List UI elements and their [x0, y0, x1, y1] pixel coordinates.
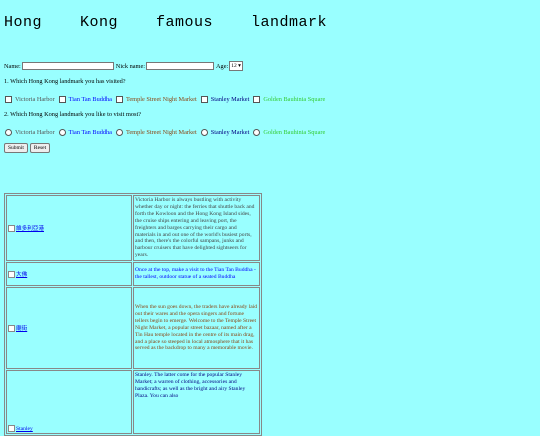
checkbox-golden-bauhinia[interactable] — [253, 95, 261, 103]
broken-image-icon — [8, 271, 15, 279]
submit-button[interactable]: Submit — [4, 143, 28, 153]
landmark-image-link[interactable]: 大佛 — [8, 271, 28, 279]
nick-name-label: Nick name: — [115, 62, 145, 70]
broken-image-icon — [8, 225, 15, 233]
table-row: 維多利亞港 Victoria Harbor is always bustling… — [6, 195, 260, 262]
image-cell: Stanley — [6, 370, 132, 435]
checkbox-victoria-harbor[interactable] — [5, 95, 12, 103]
radio-temple-street[interactable] — [115, 128, 123, 136]
question-2-options: Victoria Harbor Tian Tan Buddha Temple S… — [4, 126, 534, 138]
checkbox-label-victoria-harbor: Victoria Harbor — [15, 95, 55, 103]
age-select-value: 12 — [231, 63, 237, 69]
radio-label-tian-tan-buddha: Tian Tan Buddha — [68, 128, 112, 136]
image-alt-text: 維多利亞港 — [16, 225, 44, 232]
table-row: 廟街 When the sun goes down, the traders h… — [6, 287, 260, 370]
broken-image-icon — [8, 425, 15, 433]
question-1-options: Victoria Harbor Tian Tan Buddha Temple S… — [4, 93, 534, 105]
broken-image-icon — [8, 325, 15, 333]
description-cell: When the sun goes down, the traders have… — [133, 287, 260, 370]
checkbox-label-temple-street: Temple Street Night Market — [125, 95, 197, 103]
question-1: 1. Which Hong Kong landmark you has visi… — [4, 78, 126, 85]
checkbox-stanley-market[interactable] — [200, 95, 208, 103]
description-cell: Once at the top, make a visit to the Tia… — [133, 262, 260, 287]
radio-label-temple-street: Temple Street Night Market — [125, 128, 197, 136]
checkbox-label-golden-bauhinia: Golden Bauhinia Square — [263, 95, 326, 103]
radio-label-victoria-harbor: Victoria Harbor — [15, 128, 55, 136]
table-row: Stanley Stanley. The latter come for the… — [6, 370, 260, 435]
checkbox-label-stanley-market: Stanley Market — [210, 95, 250, 103]
nick-name-input[interactable] — [146, 62, 214, 70]
radio-golden-bauhinia[interactable] — [253, 128, 261, 136]
image-cell: 維多利亞港 — [6, 195, 132, 262]
survey-form: Name: Nick name: Age: 12 ▾ 1. Which Hong… — [4, 60, 534, 153]
age-select[interactable]: 12 ▾ — [229, 61, 243, 71]
landmark-table: 維多利亞港 Victoria Harbor is always bustling… — [4, 193, 262, 436]
landmark-image-link[interactable]: 維多利亞港 — [8, 225, 44, 233]
radio-victoria-harbor[interactable] — [5, 128, 12, 136]
radio-label-stanley-market: Stanley Market — [210, 128, 250, 136]
image-alt-text: 廟街 — [16, 326, 28, 333]
description-cell: Victoria Harbor is always bustling with … — [133, 195, 260, 262]
checkbox-label-tian-tan-buddha: Tian Tan Buddha — [68, 95, 112, 103]
landmark-image-link[interactable]: Stanley — [8, 425, 33, 433]
image-cell: 廟街 — [6, 287, 132, 370]
radio-label-golden-bauhinia: Golden Bauhinia Square — [263, 128, 326, 136]
image-alt-text: Stanley — [16, 425, 33, 432]
page-title: Hong Kong famous landmark — [4, 14, 328, 31]
form-buttons: Submit Reset — [4, 143, 534, 153]
image-cell: 大佛 — [6, 262, 132, 287]
table-row: 大佛 Once at the top, make a visit to the … — [6, 262, 260, 287]
reset-button[interactable]: Reset — [29, 143, 51, 153]
image-alt-text: 大佛 — [16, 272, 28, 279]
age-label: Age: — [216, 62, 229, 70]
checkbox-temple-street[interactable] — [115, 95, 123, 103]
radio-stanley-market[interactable] — [200, 128, 208, 136]
description-cell: Stanley. The latter come for the popular… — [133, 370, 260, 435]
landmark-image-link[interactable]: 廟街 — [8, 325, 28, 333]
question-2: 2. Which Hong Kong landmark you like to … — [4, 111, 142, 118]
name-input[interactable] — [21, 62, 114, 70]
checkbox-tian-tan-buddha[interactable] — [58, 95, 66, 103]
identity-row: Name: Nick name: Age: 12 ▾ — [4, 60, 534, 72]
name-label: Name: — [4, 62, 21, 70]
radio-tian-tan-buddha[interactable] — [58, 128, 66, 136]
